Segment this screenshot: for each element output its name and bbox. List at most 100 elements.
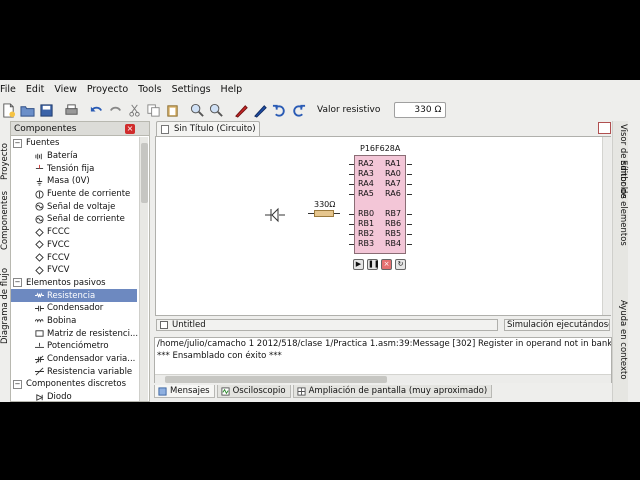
rotate-ccw-icon [272,104,285,117]
draw-red-button[interactable] [233,102,250,119]
tree-item-label: Masa (0V) [47,176,90,187]
close-icon[interactable]: × [125,124,135,134]
resistor-component[interactable] [314,210,334,217]
chip-pin[interactable] [349,174,354,175]
redo-button[interactable] [107,102,124,119]
chip-pin[interactable] [349,224,354,225]
menu-help[interactable]: Help [216,82,248,98]
chip-pin[interactable] [407,234,412,235]
chip-pin[interactable] [349,244,354,245]
chip-pin[interactable] [407,214,412,215]
chip-pin[interactable] [349,214,354,215]
tree-item[interactable]: Señal de corriente [11,213,139,226]
chip-pin[interactable] [349,194,354,195]
tree-item[interactable]: FCCV [11,251,139,264]
tree-item-label: Batería [47,151,78,162]
menu-file[interactable]: File [0,82,21,98]
chip-pin[interactable] [349,234,354,235]
tree-item[interactable]: Tensión fija [11,162,139,175]
tab-mensajes[interactable]: Mensajes [154,385,215,398]
tree-item[interactable]: Bobina [11,315,139,328]
tree-item[interactable]: Matriz de resistenci... [11,327,139,340]
chip-pin[interactable] [407,184,412,185]
right-tab-editor-de-elementos[interactable]: Editor de elementos [614,158,628,264]
left-tab-diagrama-de-flujo[interactable]: Diagrama de flujo [0,254,10,344]
tree-item[interactable]: FVCC [11,239,139,252]
collapse-icon[interactable]: − [13,138,22,148]
scrollbar-thumb[interactable] [141,143,148,203]
tab-ampliacion[interactable]: Ampliación de pantalla (muy aproximado) [292,385,493,398]
chip-pin[interactable] [407,194,412,195]
zoom-in-button[interactable] [189,102,206,119]
messages-horizontal-scrollbar[interactable] [155,374,611,383]
copy-icon [147,103,160,117]
tree-category[interactable]: − Fuentes [11,137,139,150]
tab-osciloscopio[interactable]: Osciloscopio [216,385,291,398]
menu-proyecto[interactable]: Proyecto [82,82,133,98]
close-document-icon[interactable] [598,122,611,134]
stop-button[interactable]: × [381,259,392,270]
tree-item[interactable]: Condensador varia... [11,353,139,366]
tree-item[interactable]: Resistencia variable [11,365,139,378]
chip-pin[interactable] [407,164,412,165]
zoom-out-button[interactable] [208,102,225,119]
untitled-field[interactable]: Untitled [156,319,498,331]
untitled-checkbox[interactable] [160,321,168,329]
tree-item[interactable]: Potenciómetro [11,340,139,353]
left-tab-componentes[interactable]: Componentes [0,184,10,250]
valor-resistivo-input[interactable]: 330 Ω [394,102,447,118]
right-tab-ayuda-en-contexto[interactable]: Ayuda en contexto [614,298,628,380]
tree-item[interactable]: Fuente de corriente [11,188,139,201]
fixed-voltage-icon [35,164,44,173]
scrollbar-thumb[interactable] [165,376,387,383]
tree-item[interactable]: Masa (0V) [11,175,139,188]
chip-pin[interactable] [349,164,354,165]
print-button[interactable] [63,102,80,119]
new-file-button[interactable] [0,102,17,119]
tree-item[interactable]: Condensador [11,302,139,315]
rotate-ccw-button[interactable] [271,102,288,119]
paste-button[interactable] [164,102,181,119]
draw-blue-button[interactable] [252,102,269,119]
play-button[interactable]: ▶ [353,259,364,270]
chip-pin[interactable] [407,244,412,245]
document-tab[interactable]: Sin Título (Circuito) [156,121,260,136]
save-button[interactable] [38,102,55,119]
tree-item[interactable]: Diodo [11,391,139,402]
tree-item-label: Elementos pasivos [26,277,106,288]
menu-edit[interactable]: Edit [21,82,49,98]
reload-button[interactable]: ↻ [395,259,406,270]
chip-pin[interactable] [407,224,412,225]
cut-button[interactable] [126,102,143,119]
tree-item[interactable]: FCCC [11,226,139,239]
diode-icon[interactable] [265,207,285,223]
right-tab-visor-de-simbolos[interactable]: Visor de símbolos [614,122,628,199]
oscilloscope-icon [221,386,230,396]
collapse-icon[interactable]: − [13,278,22,288]
tree-category[interactable]: − Componentes discretos [11,378,139,391]
menu-settings[interactable]: Settings [167,82,216,98]
open-button[interactable] [19,102,36,119]
app-window: File Edit View Proyecto Tools Settings H… [0,80,640,402]
tree-item[interactable]: Señal de voltaje [11,200,139,213]
rotate-cw-button[interactable] [290,102,307,119]
chip-pin[interactable] [407,174,412,175]
menu-view[interactable]: View [49,82,82,98]
tree-category[interactable]: − Elementos pasivos [11,277,139,290]
pause-button[interactable]: ❚❚ [367,259,380,270]
copy-button[interactable] [145,102,162,119]
collapse-icon[interactable]: − [13,379,22,389]
chip-pin[interactable] [349,184,354,185]
components-scrollbar[interactable] [139,137,148,401]
canvas-vertical-scrollbar[interactable] [602,137,611,315]
paste-icon [167,104,178,117]
chip-pin-label: RB0 [358,209,375,218]
tree-item[interactable]: Batería [11,150,139,163]
menu-tools[interactable]: Tools [133,82,166,98]
message-line: /home/julio/camacho 1 2012/518/clase 1/P… [157,339,612,349]
capacitor-icon [35,304,44,313]
tree-item[interactable]: Resistencia [11,289,137,302]
left-tab-proyecto[interactable]: Proyecto [0,122,10,180]
tree-item[interactable]: FVCV [11,264,139,277]
undo-button[interactable] [88,102,105,119]
